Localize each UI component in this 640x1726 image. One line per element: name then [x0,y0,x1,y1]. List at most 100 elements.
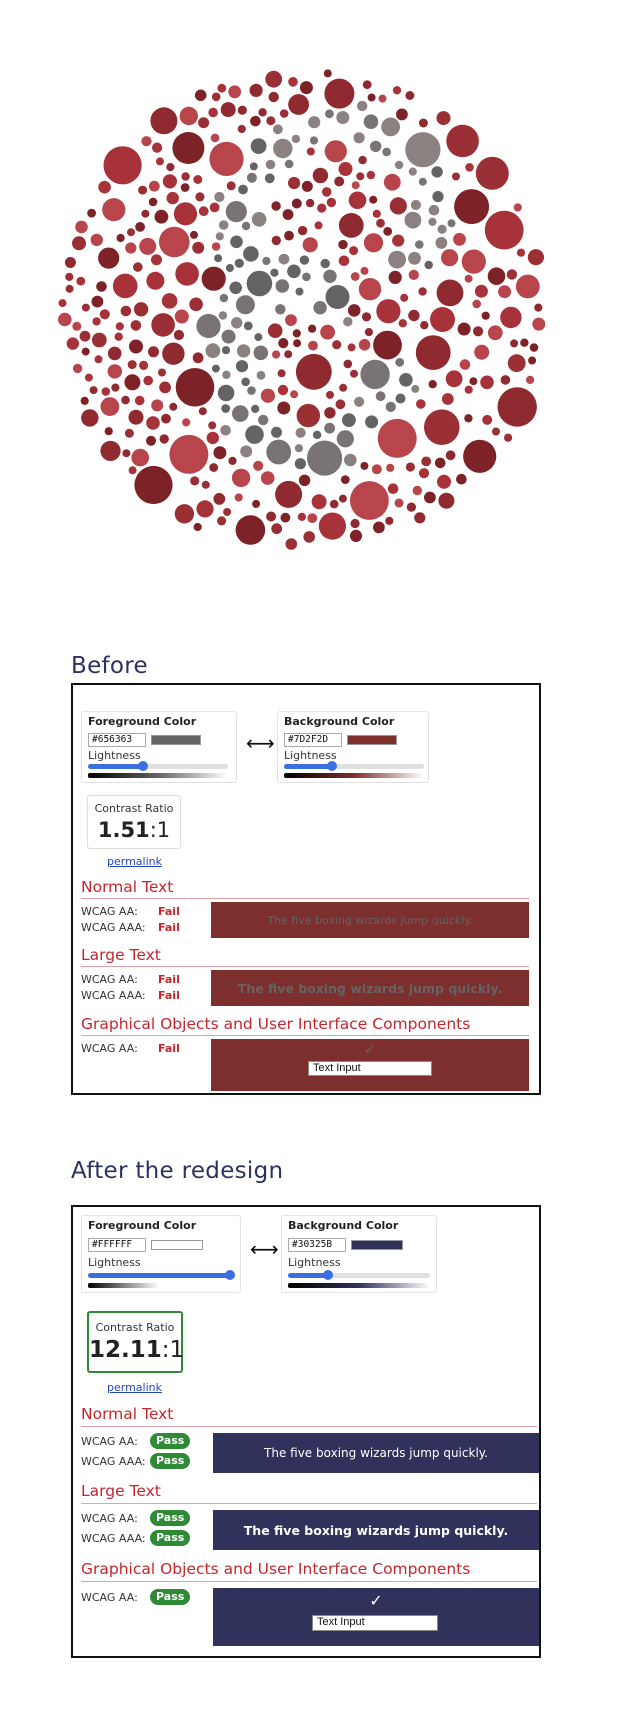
color-blindness-test-plate [58,69,546,550]
plate-dot [338,255,350,267]
plate-dot [143,375,153,386]
background-lightness-slider[interactable] [288,1270,430,1280]
plate-dot [357,100,368,112]
plate-dot [320,258,330,269]
plate-dot [258,108,267,117]
background-lightness-thumb[interactable] [322,1270,333,1280]
normal-wcag-aaa-result: Pass [150,1453,191,1469]
plate-dot [198,206,209,217]
swap-colors-icon[interactable]: ⟷ [246,731,275,755]
plate-dot [148,180,160,192]
plate-dot [424,409,460,446]
plate-dot [520,338,529,347]
plate-dot [312,430,322,440]
foreground-swatch[interactable] [151,735,201,745]
swap-colors-icon[interactable]: ⟷ [250,1237,279,1261]
plate-dot [190,230,198,239]
plate-dot [363,114,379,129]
plate-dot [441,393,454,405]
plate-dot [209,202,220,213]
plate-dot [58,312,72,327]
background-hex-input[interactable]: #30325B [288,1238,346,1252]
plate-dot [400,293,409,302]
background-swatch[interactable] [347,735,397,745]
plate-dot [284,230,294,241]
plate-dot [243,246,259,262]
plate-dot [219,293,229,303]
sample-text-input[interactable]: Text Input [308,1061,432,1076]
plate-dot [347,343,356,352]
plate-dot [98,247,120,269]
background-lightness-thumb[interactable] [326,761,337,771]
plate-dot [382,147,391,157]
plate-dot [288,176,301,190]
plate-dot [375,391,386,402]
background-lightness-slider[interactable] [284,761,424,771]
graphical-objects-title: Graphical Objects and User Interface Com… [81,1015,471,1033]
plate-dot [339,383,348,392]
plate-dot [394,160,404,170]
foreground-hex-input[interactable]: #656363 [88,733,146,747]
plate-dot [288,94,309,115]
plate-dot [415,335,451,370]
plate-dot [465,163,474,172]
plate-dot [324,422,335,434]
sample-text-input[interactable]: Text Input [312,1615,438,1631]
plate-dot [243,321,253,331]
plate-dot [358,339,371,351]
plate-dot [376,218,385,228]
plate-dot [179,106,198,126]
foreground-color-box: Foreground Color #656363 Lightness [81,711,237,783]
background-hex-input[interactable]: #7D2F2D [284,733,342,747]
permalink-link[interactable]: permalink [107,855,162,868]
plate-dot [516,248,526,257]
foreground-lightness-fill [88,764,143,769]
plate-dot [461,249,486,274]
plate-dot [299,255,310,265]
plate-dot [162,342,185,365]
contrast-ratio-box: Contrast Ratio 1.51:1 [87,795,181,849]
foreground-hex-input[interactable]: #FFFFFF [88,1238,146,1252]
plate-dot [81,303,90,312]
permalink-link[interactable]: permalink [107,1381,162,1394]
plate-dot [515,274,540,299]
plate-dot [192,352,204,364]
plate-dot [139,360,149,370]
plate-dot [98,180,111,194]
plate-dot [405,132,441,168]
plate-dot [275,304,286,315]
plate-dot [161,293,178,309]
plate-dot [169,402,178,411]
background-lightness-fill [284,764,332,769]
plate-dot [307,440,343,476]
foreground-lightness-thumb[interactable] [225,1270,235,1280]
background-swatch[interactable] [351,1240,403,1250]
plate-dot [241,377,250,387]
plate-dot [273,124,283,135]
foreground-lightness-thumb[interactable] [137,761,148,771]
plate-dot [135,222,145,232]
plate-dot [376,299,401,324]
after-contrast-checker-panel: Foreground Color #FFFFFF Lightness ⟷ Bac… [71,1205,541,1658]
plate-dot [280,512,291,523]
plate-dot [134,465,173,505]
plate-dot [303,531,315,543]
plate-dot [285,314,297,326]
foreground-lightness-gradient [88,1283,230,1288]
ui-components-sample: ✓ Text Input [213,1588,539,1646]
plate-dot [80,396,89,405]
plate-dot [360,461,369,470]
foreground-lightness-slider[interactable] [88,1270,235,1280]
foreground-swatch[interactable] [151,1240,203,1250]
plate-dot [324,78,355,109]
plate-dot [150,107,178,135]
contrast-ratio-number: 1.51 [97,818,150,842]
plate-dot [79,330,91,342]
plate-dot [353,132,365,144]
plate-dot [430,307,455,332]
plate-dot [343,359,353,369]
graphical-objects-divider [81,1581,537,1582]
foreground-lightness-slider[interactable] [88,761,228,771]
contrast-ratio-box: Contrast Ratio 12.11:1 [87,1311,184,1373]
plate-dot [127,360,137,370]
